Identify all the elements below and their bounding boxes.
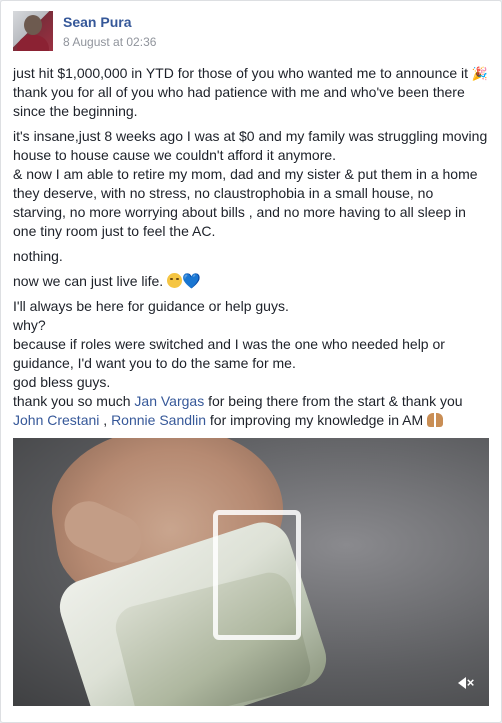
blue-heart-icon: 💙 — [182, 273, 201, 290]
paragraph-6-line-3: because if roles were switched and I was… — [13, 336, 445, 371]
mute-x-icon: × — [466, 675, 475, 690]
avatar[interactable] — [13, 11, 53, 51]
paragraph-1-text-a: just hit $1,000,000 in YTD for those of … — [13, 65, 469, 81]
mention-john-crestani[interactable]: John Crestani — [13, 412, 99, 428]
mention-jan-vargas[interactable]: Jan Vargas — [134, 393, 204, 409]
paragraph-6-line-4: god bless guys. — [13, 374, 111, 390]
post-header: Sean Pura 8 August at 02:36 — [13, 11, 483, 55]
author-name[interactable]: Sean Pura — [63, 14, 131, 30]
paragraph-4: nothing. — [13, 248, 63, 264]
paragraph-6-line-1: I'll always be here for guidance or help… — [13, 298, 289, 314]
avatar-shirt — [17, 35, 49, 51]
mention-ronnie-sandlin[interactable]: Ronnie Sandlin — [111, 412, 206, 428]
speaker-icon — [457, 677, 466, 689]
smiling-face-icon — [167, 273, 183, 288]
paragraph-6-line-5-b: for being there from the start & thank y… — [204, 393, 463, 409]
avatar-head — [24, 15, 42, 35]
paragraph-3-text: & now I am able to retire my mom, dad an… — [13, 166, 478, 239]
post-card: Sean Pura 8 August at 02:36 just hit $1,… — [0, 0, 502, 723]
paragraph-2-text: it's insane,just 8 weeks ago I was at $0… — [13, 128, 488, 163]
video-player[interactable]: × — [13, 438, 489, 706]
post-timestamp[interactable]: 8 August at 02:36 — [63, 35, 156, 49]
paragraph-1: just hit $1,000,000 in YTD for those of … — [13, 64, 489, 121]
paragraph-5-text: now we can just live life. — [13, 273, 164, 289]
paragraph-1-text-b: thank you for all of you who had patienc… — [13, 84, 465, 119]
paragraph-6: I'll always be here for guidance or help… — [13, 297, 489, 430]
paragraph-6-line-5-c: for improving my knowledge in AM — [206, 412, 428, 428]
mention-separator: , — [99, 412, 112, 428]
paragraph-6-line-5-a: thank you so much — [13, 393, 135, 409]
volume-muted-icon[interactable]: × — [454, 673, 478, 693]
party-popper-icon: 🎉 — [471, 66, 489, 81]
post-text: just hit $1,000,000 in YTD for those of … — [13, 64, 489, 436]
paragraph-5: now we can just live life. 💙 — [13, 272, 489, 291]
paragraph-2: it's insane,just 8 weeks ago I was at $0… — [13, 127, 489, 241]
video-overlay-mark — [213, 510, 301, 640]
paragraph-6-line-2: why? — [13, 317, 46, 333]
raising-hands-icon — [427, 413, 444, 427]
